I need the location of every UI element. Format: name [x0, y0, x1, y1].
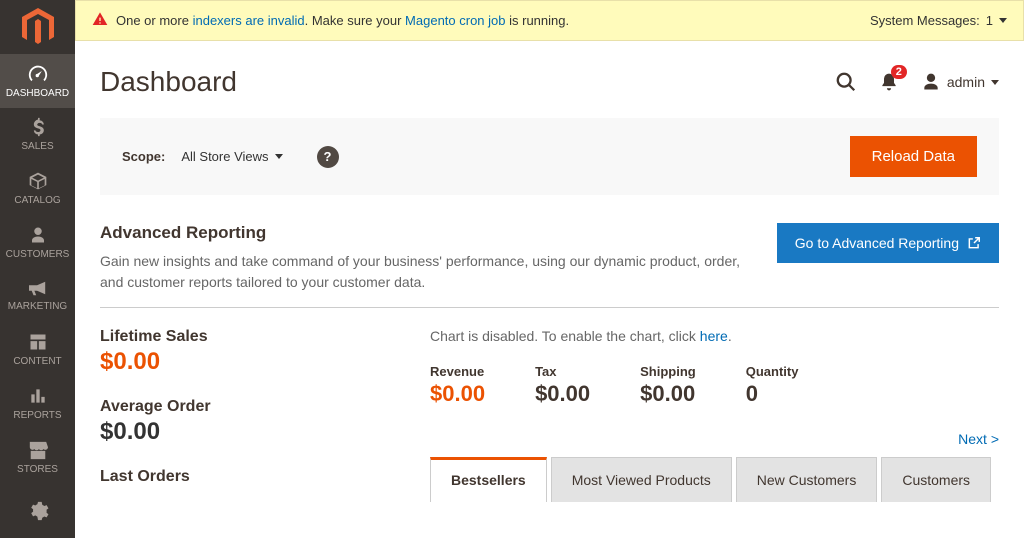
nav-content[interactable]: CONTENT	[0, 323, 75, 377]
main-content: One or more indexers are invalid. Make s…	[75, 0, 1024, 538]
search-icon	[835, 71, 857, 93]
storefront-icon	[27, 440, 49, 460]
average-order-stat: Average Order $0.00	[100, 398, 400, 446]
tab-bestsellers[interactable]: Bestsellers	[430, 457, 547, 502]
admin-sidebar: DASHBOARD SALES CATALOG CUSTOMERS MARKET…	[0, 0, 75, 538]
magento-logo[interactable]	[0, 0, 75, 54]
adv-report-desc: Gain new insights and take command of yo…	[100, 251, 747, 293]
enable-chart-link[interactable]: here	[700, 328, 728, 344]
next-link[interactable]: Next >	[430, 431, 999, 447]
tab-customers[interactable]: Customers	[881, 457, 991, 502]
gauge-icon	[27, 62, 49, 84]
go-to-advanced-reporting-button[interactable]: Go to Advanced Reporting	[777, 223, 999, 263]
dashboard-tabs: Bestsellers Most Viewed Products New Cus…	[430, 457, 999, 502]
scope-label: Scope:	[122, 149, 165, 164]
kpi-quantity: Quantity 0	[746, 364, 799, 407]
bar-chart-icon	[28, 386, 48, 406]
chevron-down-icon	[275, 154, 283, 159]
scope-select[interactable]: All Store Views	[181, 149, 282, 164]
megaphone-icon	[27, 279, 49, 297]
chart-disabled-message: Chart is disabled. To enable the chart, …	[430, 328, 999, 344]
last-orders-section: Last Orders	[100, 468, 400, 486]
chevron-down-icon	[991, 80, 999, 85]
cron-job-link[interactable]: Magento cron job	[405, 13, 505, 28]
warning-icon	[92, 11, 108, 30]
admin-user-menu[interactable]: admin	[921, 72, 999, 92]
kpi-revenue: Revenue $0.00	[430, 364, 485, 407]
page-header: Dashboard 2 admin	[100, 56, 999, 118]
tab-new-customers[interactable]: New Customers	[736, 457, 878, 502]
adv-report-title: Advanced Reporting	[100, 223, 747, 243]
nav-label: DASHBOARD	[6, 88, 69, 99]
notifications-button[interactable]: 2	[879, 71, 899, 93]
nav-reports[interactable]: REPORTS	[0, 377, 75, 431]
nav-label: REPORTS	[13, 410, 61, 421]
divider	[100, 307, 999, 308]
gear-icon	[27, 500, 49, 522]
nav-catalog[interactable]: CATALOG	[0, 161, 75, 215]
scope-bar: Scope: All Store Views ? Reload Data	[100, 118, 999, 195]
box-icon	[28, 171, 48, 191]
sys-msg-text: One or more indexers are invalid. Make s…	[116, 13, 569, 28]
indexers-invalid-link[interactable]: indexers are invalid	[193, 13, 305, 28]
layout-icon	[28, 332, 48, 352]
nav-system[interactable]	[0, 484, 75, 538]
nav-label: SALES	[21, 141, 53, 152]
nav-stores[interactable]: STORES	[0, 430, 75, 484]
kpi-row: Revenue $0.00 Tax $0.00 Shipping $0.00 Q…	[430, 364, 999, 407]
nav-label: MARKETING	[8, 301, 67, 312]
help-icon[interactable]: ?	[317, 146, 339, 168]
page-title: Dashboard	[100, 66, 237, 98]
nav-marketing[interactable]: MARKETING	[0, 269, 75, 323]
nav-label: STORES	[17, 464, 58, 475]
notification-badge: 2	[891, 65, 907, 79]
nav-sales[interactable]: SALES	[0, 108, 75, 162]
external-link-icon	[967, 236, 981, 250]
dashboard-stats-row: Lifetime Sales $0.00 Average Order $0.00…	[100, 328, 999, 508]
nav-label: CONTENT	[13, 356, 61, 367]
dollar-icon	[28, 117, 48, 137]
lifetime-sales-stat: Lifetime Sales $0.00	[100, 328, 400, 376]
user-icon	[921, 72, 941, 92]
nav-label: CUSTOMERS	[6, 249, 70, 260]
chevron-down-icon	[999, 18, 1007, 23]
tab-most-viewed[interactable]: Most Viewed Products	[551, 457, 732, 502]
nav-customers[interactable]: CUSTOMERS	[0, 215, 75, 269]
kpi-shipping: Shipping $0.00	[640, 364, 696, 407]
search-button[interactable]	[835, 71, 857, 93]
person-icon	[29, 225, 47, 245]
nav-label: CATALOG	[14, 195, 60, 206]
reload-data-button[interactable]: Reload Data	[850, 136, 977, 177]
system-message-bar: One or more indexers are invalid. Make s…	[75, 0, 1024, 41]
admin-user-label: admin	[947, 74, 985, 90]
kpi-tax: Tax $0.00	[535, 364, 590, 407]
advanced-reporting-section: Advanced Reporting Gain new insights and…	[100, 223, 999, 293]
nav-dashboard[interactable]: DASHBOARD	[0, 54, 75, 108]
system-messages-toggle[interactable]: System Messages: 1	[870, 13, 1007, 28]
